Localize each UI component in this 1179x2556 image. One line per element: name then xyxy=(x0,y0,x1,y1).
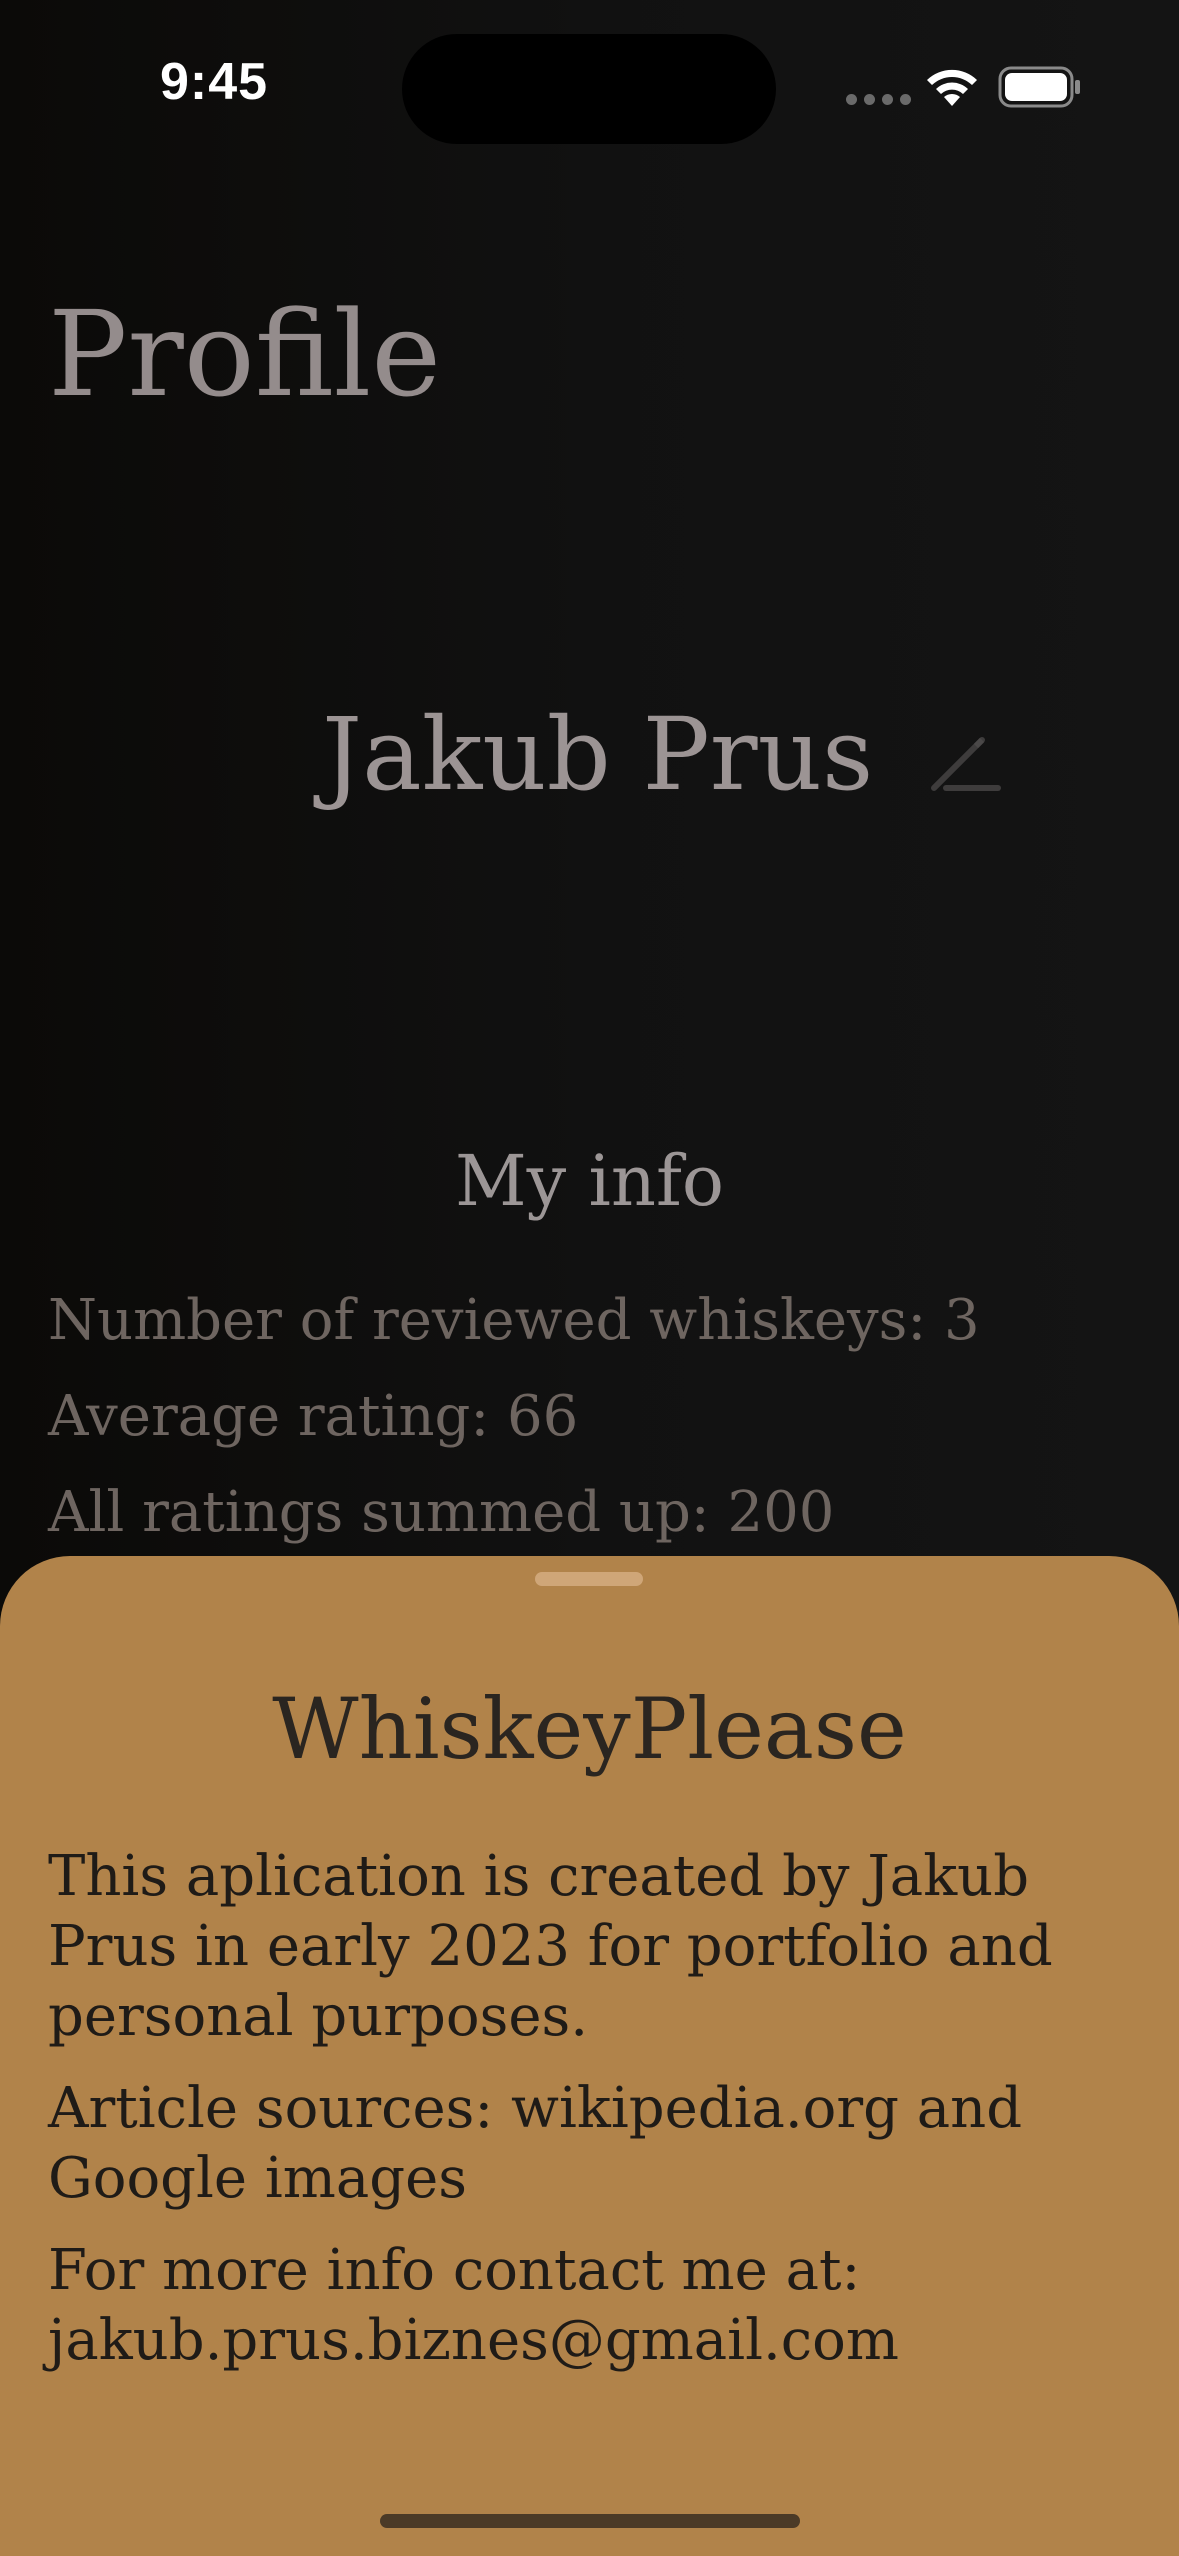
about-paragraph: This aplication is created by Jakub Prus… xyxy=(48,1844,1053,2049)
stat-average-rating: Average rating: 66 xyxy=(48,1384,579,1449)
wifi-icon xyxy=(927,69,977,106)
profile-name: Jakub Prus xyxy=(322,696,874,813)
pencil-icon[interactable] xyxy=(928,734,1004,794)
status-bar: 9:45 xyxy=(0,0,1179,170)
page-title: Profile xyxy=(48,285,442,423)
sheet-grabber[interactable] xyxy=(535,1572,643,1586)
my-info-heading: My info xyxy=(455,1140,724,1222)
cellular-signal-icon xyxy=(846,94,911,105)
contact-paragraph: For more info contact me at: jakub.prus.… xyxy=(48,2238,899,2373)
about-sheet[interactable]: WhiskeyPlease This aplication is created… xyxy=(0,1556,1179,2556)
home-indicator[interactable] xyxy=(380,2514,800,2528)
dynamic-island xyxy=(402,34,776,144)
sources-paragraph: Article sources: wikipedia.org and Googl… xyxy=(48,2076,1023,2211)
sheet-title: WhiskeyPlease xyxy=(272,1680,907,1778)
stat-ratings-sum: All ratings summed up: 200 xyxy=(48,1480,835,1545)
status-time: 9:45 xyxy=(160,53,269,111)
battery-icon xyxy=(998,66,1080,108)
stat-reviewed-count: Number of reviewed whiskeys: 3 xyxy=(48,1288,980,1353)
